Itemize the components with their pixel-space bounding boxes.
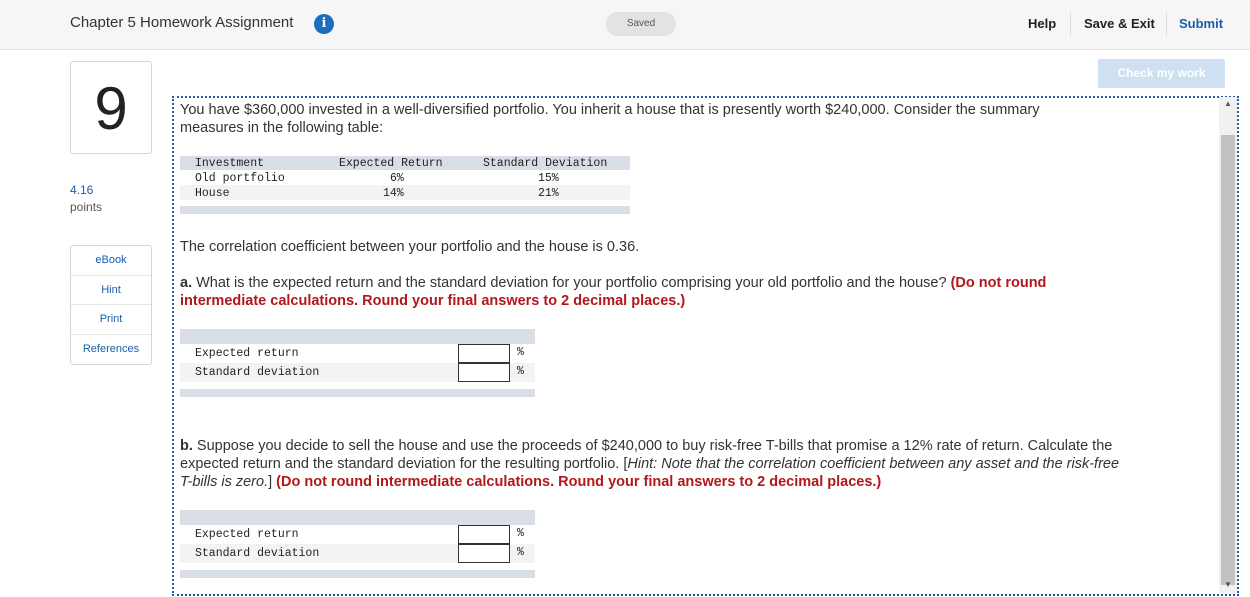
- part-a-text: What is the expected return and the stan…: [192, 275, 951, 291]
- hint-button[interactable]: Hint: [71, 276, 151, 305]
- table-header: Standard Deviation: [483, 157, 608, 170]
- table-header: Expected Return: [339, 157, 443, 170]
- nav-divider: [1166, 12, 1167, 36]
- unit-label: %: [517, 527, 524, 540]
- part-b-expected-return-input[interactable]: [458, 525, 510, 544]
- part-b-standard-deviation-input[interactable]: [458, 544, 510, 563]
- question-intro: You have $360,000 invested in a well-div…: [180, 102, 1040, 136]
- references-button[interactable]: References: [71, 335, 151, 365]
- part-b-question: b. Suppose you decide to sell the house …: [180, 437, 1130, 491]
- check-my-work-button[interactable]: Check my work: [1098, 59, 1225, 88]
- row-label: Expected return: [195, 528, 299, 541]
- table-cell: 15%: [538, 172, 559, 185]
- help-link[interactable]: Help: [1028, 16, 1056, 31]
- points-label: points: [70, 200, 103, 214]
- scroll-down-arrow-icon[interactable]: ▼: [1224, 580, 1232, 589]
- unit-label: %: [517, 546, 524, 559]
- table-cell: 14%: [383, 187, 404, 200]
- part-a-standard-deviation-input[interactable]: [458, 363, 510, 382]
- info-icon[interactable]: i: [314, 14, 334, 34]
- part-b-instruction: (Do not round intermediate calculations.…: [276, 474, 882, 490]
- row-label: Standard deviation: [195, 366, 320, 379]
- table-header: Investment: [195, 157, 265, 170]
- scroll-up-arrow-icon[interactable]: ▲: [1224, 99, 1232, 108]
- part-a-label: a.: [180, 275, 193, 291]
- hint-label: Hint:: [627, 456, 658, 472]
- part-b-label: b.: [180, 438, 193, 454]
- scroll-thumb[interactable]: [1221, 135, 1235, 585]
- table-cell: 21%: [538, 187, 559, 200]
- resource-buttons: eBook Hint Print References: [70, 245, 152, 365]
- row-label: Standard deviation: [195, 547, 320, 560]
- saved-status-badge: Saved: [606, 12, 676, 36]
- part-a-answer-table: Expected return % Standard deviation %: [180, 329, 535, 397]
- summary-table: Investment Expected Return Standard Devi…: [180, 156, 630, 214]
- hint-close: ]: [268, 474, 277, 490]
- points-value: 4.16: [70, 183, 94, 197]
- correlation-text: The correlation coefficient between your…: [180, 239, 640, 255]
- save-exit-link[interactable]: Save & Exit: [1084, 16, 1155, 31]
- table-cell: 6%: [390, 172, 404, 185]
- nav-divider: [1070, 12, 1071, 36]
- ebook-button[interactable]: eBook: [71, 246, 151, 276]
- unit-label: %: [517, 346, 524, 359]
- unit-label: %: [517, 365, 524, 378]
- table-cell: House: [195, 187, 230, 200]
- row-label: Expected return: [195, 347, 299, 360]
- question-number: 9: [70, 61, 152, 154]
- print-button[interactable]: Print: [71, 305, 151, 335]
- submit-link[interactable]: Submit: [1179, 16, 1223, 31]
- assignment-title: Chapter 5 Homework Assignment: [70, 14, 294, 31]
- part-b-answer-table: Expected return % Standard deviation %: [180, 510, 535, 578]
- part-a-question: a. What is the expected return and the s…: [180, 274, 1090, 310]
- table-cell: Old portfolio: [195, 172, 285, 185]
- content-scrollbar[interactable]: ▲ ▼: [1219, 97, 1237, 593]
- part-a-expected-return-input[interactable]: [458, 344, 510, 363]
